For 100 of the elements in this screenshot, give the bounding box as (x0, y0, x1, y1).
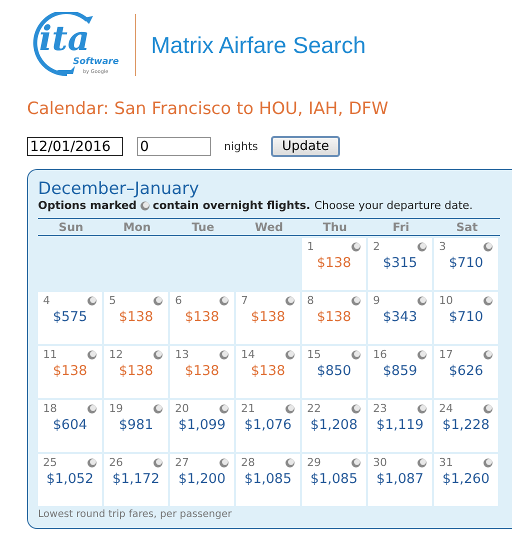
day-number: 9 (373, 294, 380, 307)
fare-price: $1,087 (375, 471, 425, 487)
day-cell[interactable]: 11 $138 (38, 346, 102, 398)
day-cell[interactable]: 30 $1,087 (368, 454, 432, 506)
note-text: contain overnight flights. (152, 199, 310, 212)
update-button[interactable]: Update (271, 136, 340, 157)
note-text: Options marked (38, 199, 137, 212)
fare-price: $138 (250, 309, 286, 325)
weekday-header: Tue (170, 218, 236, 236)
fare-price: $138 (118, 363, 154, 379)
nights-label: nights (224, 140, 258, 153)
fare-price: $343 (382, 309, 418, 325)
fare-price: $1,260 (441, 471, 491, 487)
day-cell[interactable]: 28 $1,085 (236, 454, 300, 506)
day-number: 4 (43, 294, 50, 307)
day-number: 21 (241, 402, 255, 415)
day-cell[interactable]: 25 $1,052 (38, 454, 102, 506)
day-number: 10 (439, 294, 453, 307)
page-heading: Calendar: San Francisco to HOU, IAH, DFW (27, 99, 390, 119)
day-cell[interactable]: 14 $138 (236, 346, 300, 398)
day-cell[interactable]: 3 $710 (434, 238, 498, 290)
day-number: 29 (307, 456, 321, 469)
nights-field[interactable]: 0 (137, 137, 211, 156)
fare-price: $138 (118, 309, 154, 325)
day-cell[interactable]: 16 $859 (368, 346, 432, 398)
day-cell[interactable]: 26 $1,172 (104, 454, 168, 506)
day-cell[interactable]: 15 $850 (302, 346, 366, 398)
day-cell[interactable]: 4 $575 (38, 292, 102, 344)
fare-price: $1,052 (45, 471, 95, 487)
fare-price: $981 (118, 417, 154, 433)
day-number: 25 (43, 456, 57, 469)
day-number: 20 (175, 402, 189, 415)
day-number: 8 (307, 294, 314, 307)
day-cell[interactable]: 10 $710 (434, 292, 498, 344)
day-cell[interactable]: 23 $1,119 (368, 400, 432, 452)
day-number: 28 (241, 456, 255, 469)
day-cell[interactable]: 19 $981 (104, 400, 168, 452)
day-number: 3 (439, 240, 446, 253)
app-title: Matrix Airfare Search (151, 32, 366, 58)
day-number: 16 (373, 348, 387, 361)
fare-price: $138 (250, 363, 286, 379)
weekday-header: Wed (236, 218, 302, 236)
fare-price: $1,208 (309, 417, 359, 433)
fare-price: $1,099 (177, 417, 227, 433)
day-number: 2 (373, 240, 380, 253)
day-cell[interactable]: 18 $604 (38, 400, 102, 452)
day-number: 15 (307, 348, 321, 361)
day-cell[interactable]: 8 $138 (302, 292, 366, 344)
calendar-title: December–January (38, 179, 200, 199)
date-field[interactable]: 12/01/2016 (27, 137, 123, 156)
fare-price: $859 (382, 363, 418, 379)
day-cell[interactable]: 21 $1,076 (236, 400, 300, 452)
fare-price: $1,228 (441, 417, 491, 433)
fare-price: $1,119 (375, 417, 425, 433)
day-cell[interactable]: 17 $626 (434, 346, 498, 398)
fare-price: $138 (316, 255, 352, 271)
day-number: 13 (175, 348, 189, 361)
day-number: 23 (373, 402, 387, 415)
fare-price: $1,076 (243, 417, 293, 433)
day-number: 27 (175, 456, 189, 469)
day-cell[interactable]: 22 $1,208 (302, 400, 366, 452)
day-number: 1 (307, 240, 314, 253)
day-cell[interactable]: 24 $1,228 (434, 400, 498, 452)
fare-price: $138 (52, 363, 88, 379)
day-number: 26 (109, 456, 123, 469)
day-cell[interactable]: 7 $138 (236, 292, 300, 344)
note-text: Choose your departure date. (314, 199, 473, 212)
day-cell[interactable]: 1 $138 (302, 238, 366, 290)
fare-price: $138 (184, 363, 220, 379)
day-cell[interactable]: 29 $1,085 (302, 454, 366, 506)
day-number: 19 (109, 402, 123, 415)
day-cell[interactable]: 5 $138 (104, 292, 168, 344)
day-number: 31 (439, 456, 453, 469)
fare-price: $710 (448, 255, 484, 271)
day-cell[interactable]: 20 $1,099 (170, 400, 234, 452)
day-cell[interactable]: 31 $1,260 (434, 454, 498, 506)
day-cell[interactable]: 6 $138 (170, 292, 234, 344)
day-cell[interactable]: 27 $1,200 (170, 454, 234, 506)
weekday-header: Mon (104, 218, 170, 236)
fare-price: $1,172 (111, 471, 161, 487)
fare-price: $138 (316, 309, 352, 325)
fare-price: $315 (382, 255, 418, 271)
fare-price: $626 (448, 363, 484, 379)
day-number: 30 (373, 456, 387, 469)
day-number: 7 (241, 294, 248, 307)
day-cell[interactable]: 2 $315 (368, 238, 432, 290)
day-number: 11 (43, 348, 57, 361)
fare-price: $850 (316, 363, 352, 379)
day-number: 5 (109, 294, 116, 307)
day-number: 18 (43, 402, 57, 415)
fare-price: $138 (184, 309, 220, 325)
day-cell[interactable]: 9 $343 (368, 292, 432, 344)
fare-price: $604 (52, 417, 88, 433)
fare-price: $710 (448, 309, 484, 325)
weekday-header: Sat (434, 218, 500, 236)
day-cell[interactable]: 13 $138 (170, 346, 234, 398)
fare-price: $575 (52, 309, 88, 325)
day-cell[interactable]: 12 $138 (104, 346, 168, 398)
fare-price: $1,085 (309, 471, 359, 487)
day-number: 22 (307, 402, 321, 415)
